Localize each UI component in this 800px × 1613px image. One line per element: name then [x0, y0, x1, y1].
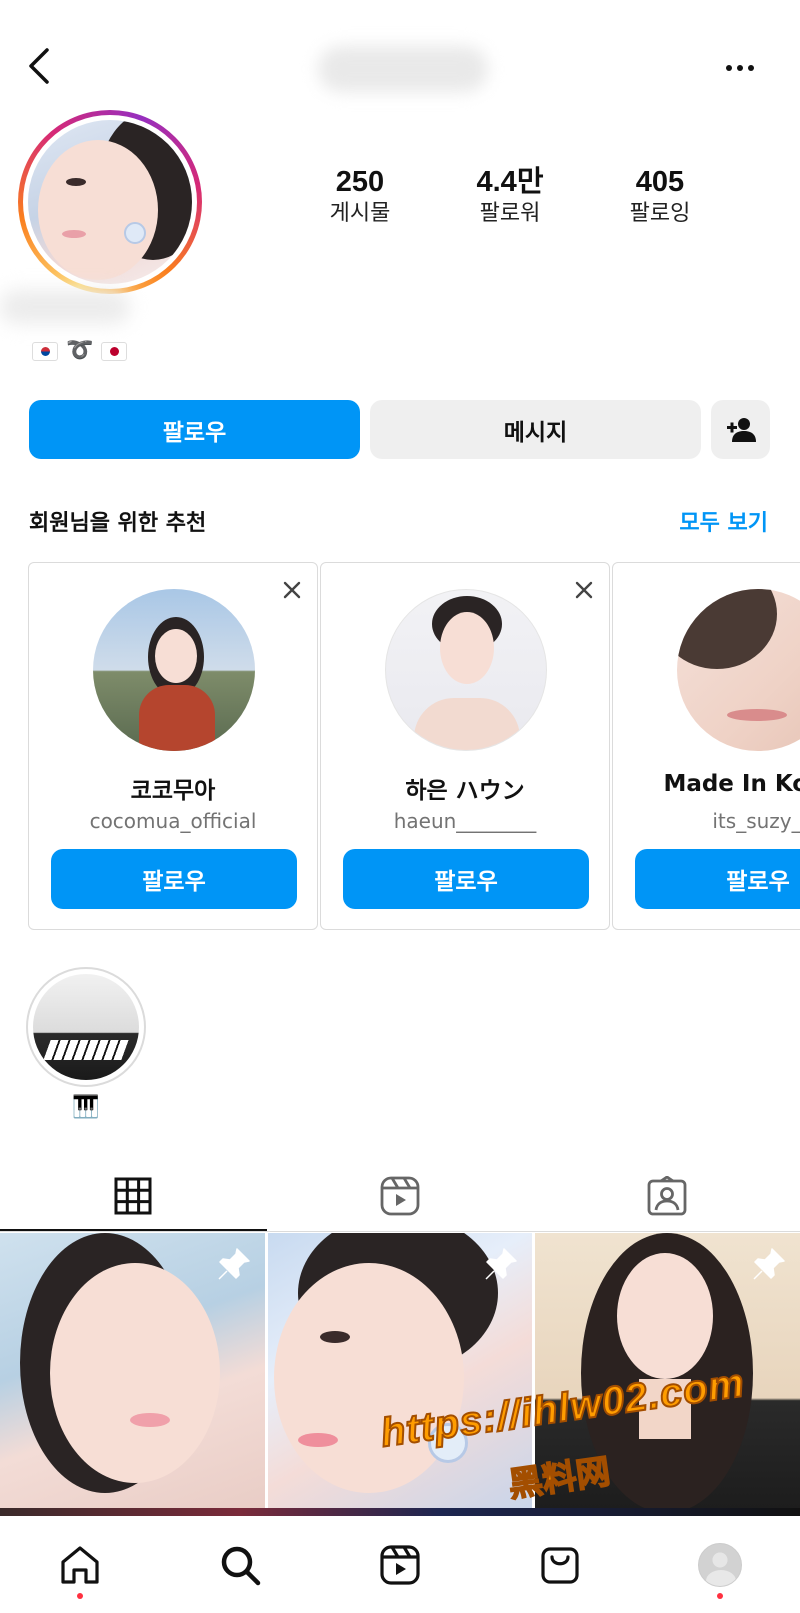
more-options-button[interactable] — [720, 50, 760, 86]
pin-icon — [218, 1248, 250, 1280]
dismiss-suggestion-button[interactable] — [571, 577, 597, 603]
reels-icon — [380, 1176, 420, 1216]
back-button[interactable] — [18, 44, 58, 88]
suggestion-handle: cocomua_official — [89, 809, 257, 833]
highlight-label: 🎹 — [72, 1095, 100, 1120]
suggestion-card[interactable]: 코코무아 cocomua_official 팔로우 — [28, 562, 318, 930]
profile-avatar — [698, 1542, 742, 1587]
japan-flag-icon — [101, 341, 128, 361]
reels-icon — [380, 1544, 420, 1585]
suggestion-card[interactable]: Made In Korea its_suzy_ 팔로우 — [612, 562, 800, 930]
notification-dot — [77, 1593, 83, 1599]
south-korea-flag-icon — [32, 341, 58, 361]
highlight-ring — [26, 967, 146, 1087]
suggestions-carousel[interactable]: 코코무아 cocomua_official 팔로우 하은 ハウン haeun__… — [28, 562, 800, 930]
suggestion-name: Made In Korea — [663, 771, 800, 797]
profile-avatar-story-ring[interactable] — [18, 110, 202, 294]
profile-tabs — [0, 1160, 800, 1232]
stat-followers-label: 팔로워 — [479, 201, 541, 226]
stat-following-label: 팔로잉 — [629, 201, 691, 226]
follow-button[interactable]: 팔로우 — [29, 400, 360, 459]
story-highlight[interactable]: 🎹 — [25, 967, 147, 1120]
profile-stats: 250 게시물 4.4만 팔로워 405 팔로잉 — [300, 165, 720, 229]
suggestion-avatar[interactable] — [93, 589, 255, 751]
stat-following[interactable]: 405 팔로잉 — [600, 165, 720, 229]
post-thumbnail[interactable] — [0, 1233, 265, 1508]
pin-icon — [753, 1248, 785, 1280]
suggestion-avatar[interactable] — [385, 589, 547, 751]
nav-home[interactable] — [0, 1516, 160, 1613]
search-icon — [221, 1546, 261, 1585]
profile-bio: ➰ — [32, 336, 128, 366]
close-icon — [575, 581, 593, 599]
suggestion-follow-button[interactable]: 팔로우 — [343, 849, 589, 909]
ribbon-icon: ➰ — [66, 338, 94, 363]
tab-reels[interactable] — [267, 1160, 534, 1232]
grid-icon — [114, 1177, 152, 1215]
suggest-users-button[interactable] — [711, 400, 770, 459]
dismiss-suggestion-button[interactable] — [279, 577, 305, 603]
suggestions-title: 회원님을 위한 추천 — [29, 511, 207, 536]
suggestion-handle: haeun________ — [393, 809, 537, 833]
suggestion-handle: its_suzy_ — [712, 809, 800, 833]
post-thumbnail[interactable] — [267, 1233, 533, 1508]
stat-following-value: 405 — [635, 166, 685, 198]
home-icon — [61, 1545, 99, 1584]
chevron-left-icon — [29, 48, 49, 84]
suggestion-name: 하은 ハウン — [405, 778, 525, 804]
pin-icon — [485, 1248, 518, 1280]
add-user-icon — [726, 417, 756, 442]
nav-profile[interactable] — [640, 1516, 800, 1613]
tagged-user-icon — [647, 1176, 687, 1216]
profile-avatar — [28, 120, 192, 284]
highlight-cover — [33, 974, 139, 1080]
nav-reels[interactable] — [320, 1516, 480, 1613]
nav-search[interactable] — [160, 1516, 320, 1613]
suggestion-follow-button[interactable]: 팔로우 — [635, 849, 800, 909]
stat-posts-label: 게시물 — [329, 201, 391, 226]
posts-next-row-peek — [0, 1508, 800, 1516]
more-horizontal-icon — [724, 65, 757, 71]
tabs-divider — [0, 1231, 800, 1232]
notification-dot — [717, 1593, 723, 1599]
close-icon — [283, 581, 301, 599]
stat-followers-value: 4.4만 — [476, 166, 544, 198]
suggestion-card[interactable]: 하은 ハウン haeun________ 팔로우 — [320, 562, 610, 930]
suggestion-follow-button[interactable]: 팔로우 — [51, 849, 297, 909]
tab-tagged[interactable] — [533, 1160, 800, 1232]
tab-posts-grid[interactable] — [0, 1160, 267, 1232]
message-button[interactable]: 메시지 — [370, 400, 701, 459]
suggestion-avatar[interactable] — [677, 589, 800, 751]
shop-icon — [541, 1546, 579, 1584]
see-all-link[interactable]: 모두 보기 — [679, 505, 768, 537]
username-blurred — [318, 46, 488, 92]
profile-actions: 팔로우 메시지 — [29, 400, 770, 460]
display-name-blurred — [0, 290, 130, 324]
bottom-navigation — [0, 1516, 800, 1613]
stat-followers[interactable]: 4.4만 팔로워 — [450, 165, 570, 229]
suggestion-name: 코코무아 — [130, 778, 216, 804]
stat-posts[interactable]: 250 게시물 — [300, 165, 420, 229]
stat-posts-value: 250 — [335, 166, 385, 198]
nav-shop[interactable] — [480, 1516, 640, 1613]
